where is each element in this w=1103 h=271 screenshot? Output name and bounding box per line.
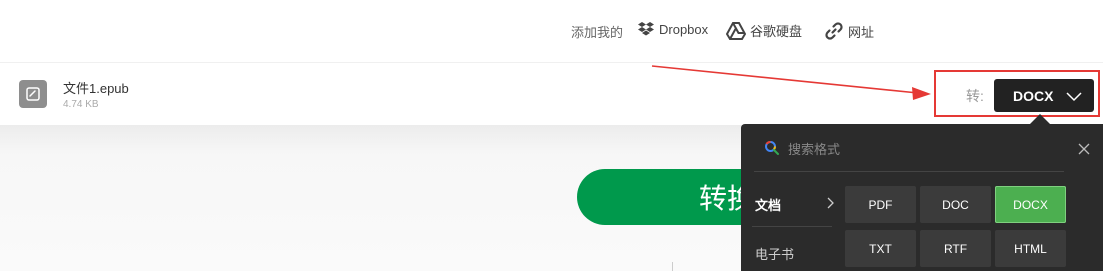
search-icon bbox=[764, 140, 780, 161]
format-search-input[interactable] bbox=[786, 136, 1060, 162]
format-option-txt[interactable]: TXT bbox=[845, 230, 916, 267]
convert-to-label: 转: bbox=[966, 88, 984, 104]
chevron-right-icon bbox=[826, 196, 834, 214]
chevron-down-icon bbox=[1066, 89, 1082, 105]
format-option-doc[interactable]: DOC bbox=[920, 186, 991, 223]
category-divider bbox=[752, 226, 832, 227]
search-divider bbox=[754, 171, 1064, 172]
format-option-rtf[interactable]: RTF bbox=[920, 230, 991, 267]
target-format-select[interactable]: DOCX bbox=[994, 79, 1094, 112]
dropdown-caret bbox=[1030, 114, 1050, 124]
format-option-html[interactable]: HTML bbox=[995, 230, 1066, 267]
category-ebooks[interactable]: 电子书 bbox=[755, 244, 794, 263]
close-icon[interactable] bbox=[1078, 142, 1090, 160]
format-option-pdf[interactable]: PDF bbox=[845, 186, 916, 223]
selected-format-label: DOCX bbox=[1013, 87, 1054, 104]
format-option-docx[interactable]: DOCX bbox=[995, 186, 1066, 223]
category-documents[interactable]: 文档 bbox=[755, 195, 781, 214]
